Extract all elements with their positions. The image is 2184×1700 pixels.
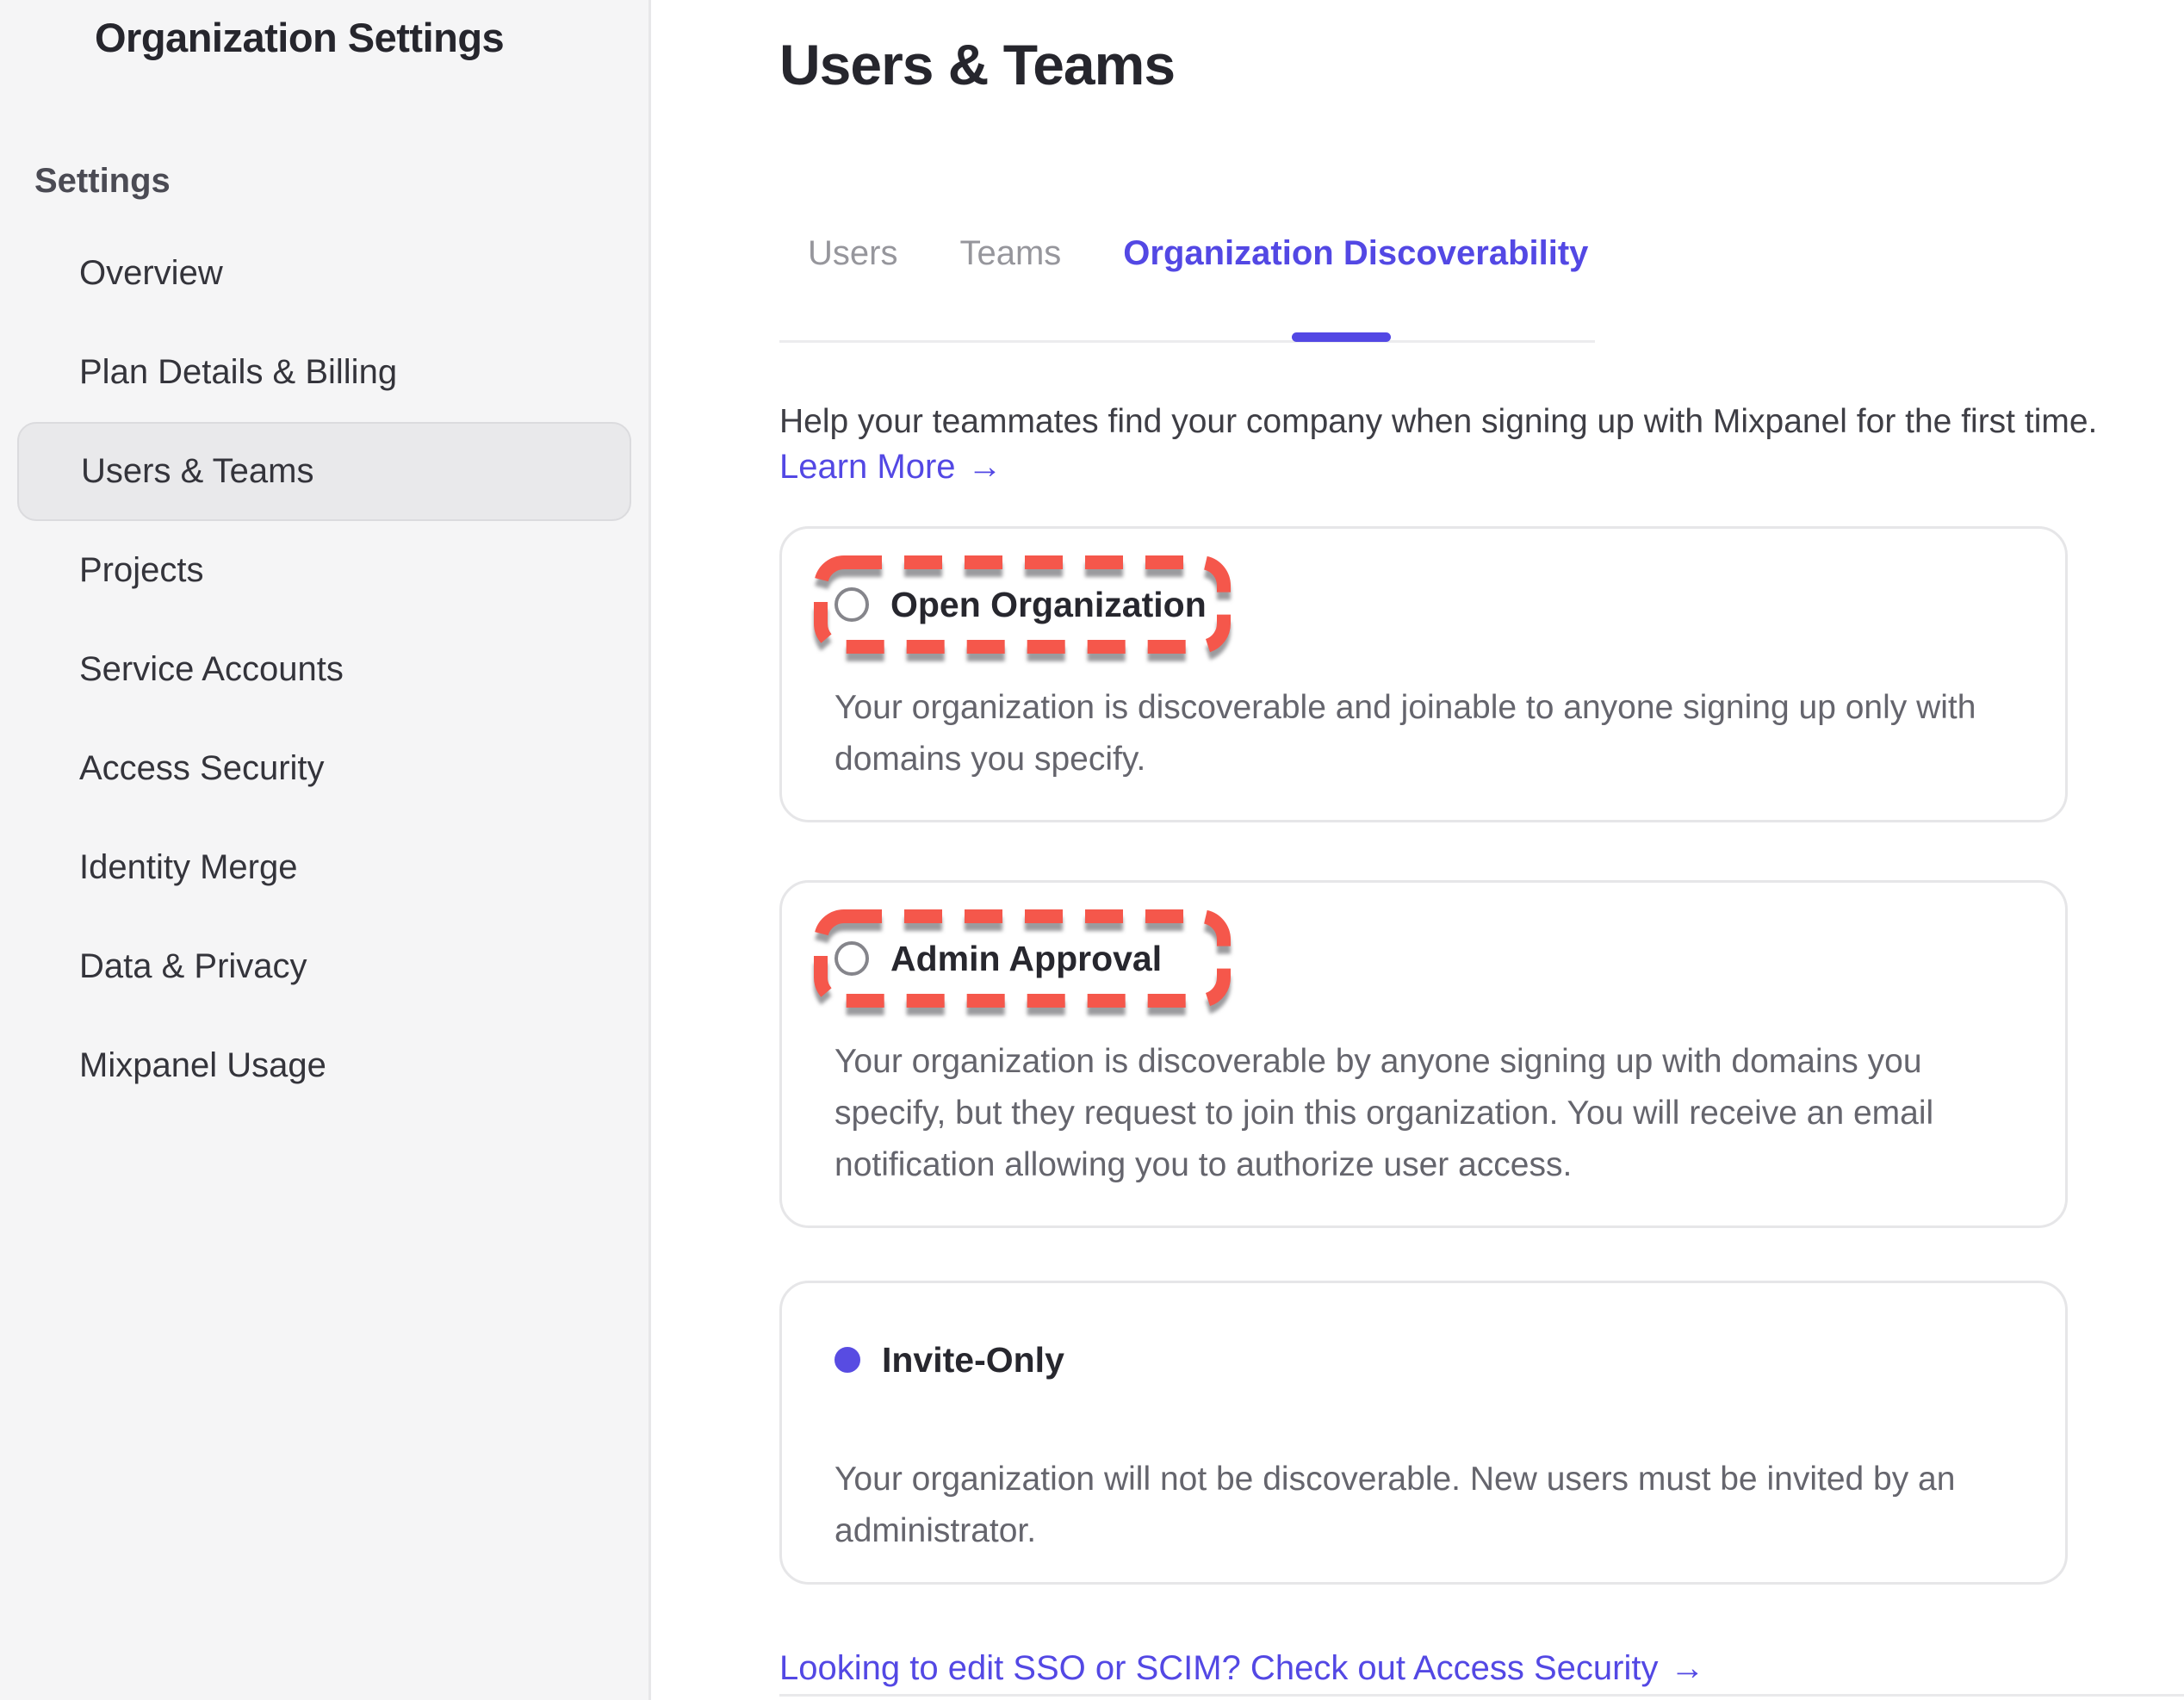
radio-unselected-icon[interactable] <box>835 941 869 976</box>
active-tab-indicator <box>1292 332 1391 342</box>
learn-more-label: Learn More <box>779 446 956 487</box>
radio-option-invite-only[interactable]: Invite-Only <box>835 1339 2065 1380</box>
option-label-admin-approval: Admin Approval <box>890 938 1162 979</box>
tab-divider <box>779 340 1595 343</box>
sidebar-item-service-accounts[interactable]: Service Accounts <box>0 620 648 719</box>
option-label-open-organization: Open Organization <box>890 584 1207 625</box>
bottom-divider <box>779 1694 2184 1697</box>
tab-teams[interactable]: Teams <box>959 233 1061 274</box>
organization-settings-page: Organization Settings Settings Overview … <box>0 0 2184 1700</box>
footer-link-label: Looking to edit SSO or SCIM? Check out A… <box>779 1647 1658 1689</box>
footer-access-security-link[interactable]: Looking to edit SSO or SCIM? Check out A… <box>779 1647 1704 1689</box>
learn-more-link[interactable]: Learn More → <box>779 446 1002 487</box>
sidebar-item-access-security[interactable]: Access Security <box>0 719 648 818</box>
option-description-invite-only: Your organization will not be discoverab… <box>835 1454 2005 1557</box>
option-description-admin-approval: Your organization is discoverable by any… <box>835 1036 2005 1191</box>
option-card-invite-only: Invite-Only Your organization will not b… <box>779 1281 2068 1585</box>
radio-option-open-organization[interactable]: Open Organization <box>813 555 1232 655</box>
arrow-right-icon: → <box>968 446 1002 487</box>
sidebar-item-users-teams[interactable]: Users & Teams <box>17 422 631 521</box>
sidebar-title: Organization Settings <box>95 14 648 62</box>
tab-bar: Users Teams Organization Discoverability <box>779 233 2184 274</box>
sidebar-item-mixpanel-usage[interactable]: Mixpanel Usage <box>0 1016 648 1115</box>
sidebar-item-projects[interactable]: Projects <box>0 521 648 620</box>
annotation-box-open-organization: Open Organization <box>813 555 1232 655</box>
radio-selected-icon[interactable] <box>835 1347 860 1373</box>
intro-text: Help your teammates find your company wh… <box>779 401 2184 443</box>
sidebar-item-plan-details-billing[interactable]: Plan Details & Billing <box>0 323 648 422</box>
sidebar: Organization Settings Settings Overview … <box>0 0 651 1700</box>
radio-option-admin-approval[interactable]: Admin Approval <box>813 909 1232 1008</box>
main-content: Users & Teams Users Teams Organization D… <box>651 0 2184 1700</box>
arrow-right-icon: → <box>1670 1647 1704 1689</box>
sidebar-item-identity-merge[interactable]: Identity Merge <box>0 818 648 917</box>
annotation-box-admin-approval: Admin Approval <box>813 909 1232 1008</box>
page-title: Users & Teams <box>779 36 2184 93</box>
option-card-open-organization: Open Organization Your organization is d… <box>779 526 2068 822</box>
option-card-admin-approval: Admin Approval Your organization is disc… <box>779 880 2068 1228</box>
tab-users[interactable]: Users <box>808 233 897 274</box>
radio-unselected-icon[interactable] <box>835 587 869 622</box>
tab-organization-discoverability[interactable]: Organization Discoverability <box>1123 233 1588 274</box>
option-label-invite-only: Invite-Only <box>882 1339 1064 1380</box>
sidebar-item-data-privacy[interactable]: Data & Privacy <box>0 917 648 1016</box>
sidebar-nav: Overview Plan Details & Billing Users & … <box>0 224 648 1115</box>
sidebar-item-overview[interactable]: Overview <box>0 224 648 323</box>
option-description-open-organization: Your organization is discoverable and jo… <box>835 682 2005 785</box>
sidebar-section-label: Settings <box>34 160 648 202</box>
